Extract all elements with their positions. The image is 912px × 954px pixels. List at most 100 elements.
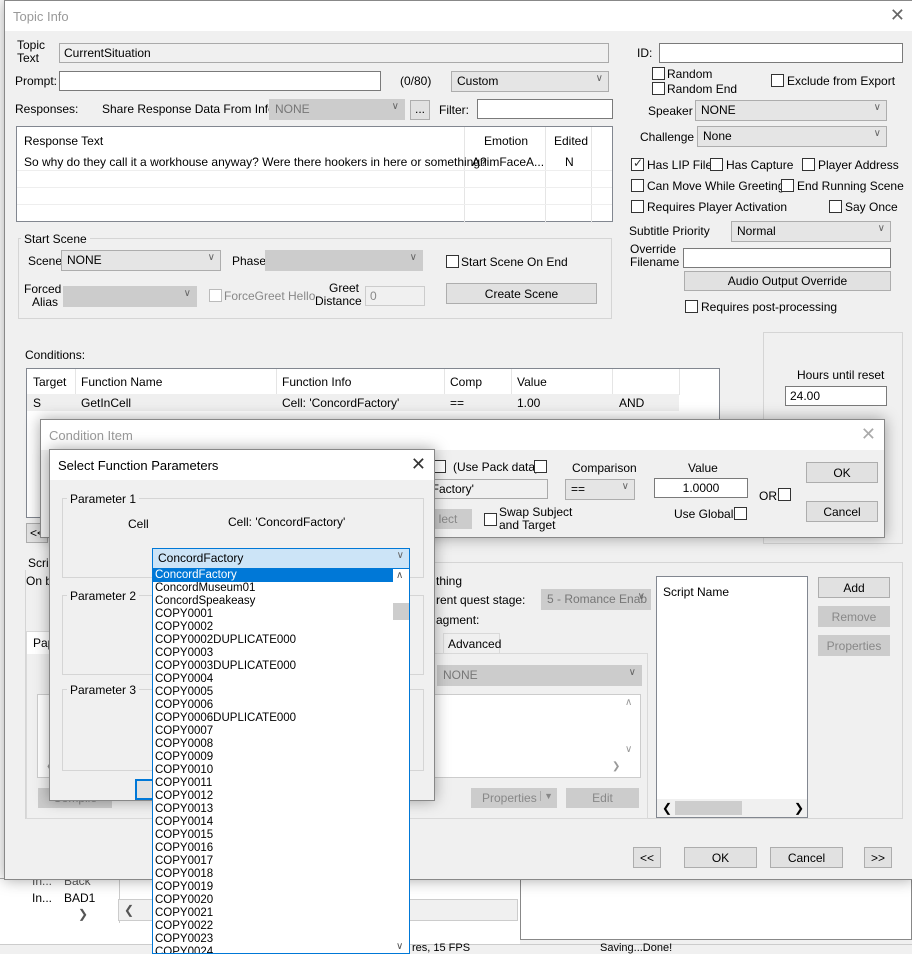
column-header-emotion[interactable]: Emotion (484, 134, 528, 148)
next-topic-button[interactable]: >> (864, 847, 892, 868)
dropdown-item[interactable]: COPY0006DUPLICATE000 (153, 712, 393, 725)
select-params-titlebar[interactable]: Select Function Parameters (50, 450, 434, 480)
id-input[interactable] (659, 43, 903, 63)
dropdown-item[interactable]: COPY0015 (153, 829, 393, 842)
column-header-value[interactable]: Value (517, 375, 547, 389)
script-list-hscroll[interactable]: ❮ ❯ (657, 799, 807, 817)
close-icon[interactable]: ✕ (861, 424, 876, 444)
dropdown-item[interactable]: COPY0003 (153, 647, 393, 660)
dropdown-item[interactable]: COPY0023 (153, 933, 393, 946)
dropdown-item[interactable]: COPY0019 (153, 881, 393, 894)
table-row[interactable]: S GetInCell Cell: 'ConcordFactory' == 1.… (27, 394, 679, 411)
has-lip-checkbox[interactable] (631, 156, 644, 171)
function-info-field[interactable]: lFactory' (424, 479, 548, 499)
close-icon[interactable]: ✕ (411, 454, 426, 474)
dropdown-item[interactable]: COPY0007 (153, 725, 393, 738)
condition-ok-button[interactable]: OK (806, 462, 878, 483)
can-move-checkbox[interactable] (631, 179, 644, 192)
hours-until-reset-input[interactable]: 24.00 (785, 386, 887, 406)
override-filename-input[interactable] (683, 248, 891, 268)
greet-distance-input[interactable]: 0 (365, 286, 425, 306)
end-running-checkbox[interactable] (781, 179, 794, 192)
dropdown-item[interactable]: COPY0004 (153, 673, 393, 686)
dropdown-item[interactable]: ConcordSpeakeasy (153, 595, 393, 608)
scrollbar-thumb[interactable] (675, 801, 742, 815)
parameter-1-dropdown-list[interactable]: ConcordFactory ConcordMuseum01 ConcordSpea… (152, 568, 410, 954)
tab-advanced[interactable]: Advanced (443, 633, 501, 654)
scrollbar-thumb[interactable] (393, 603, 409, 620)
topic-cancel-button[interactable]: Cancel (770, 847, 843, 868)
bg-scroll-right-icon[interactable]: ❯ (78, 907, 88, 921)
dropdown-item[interactable]: COPY0020 (153, 894, 393, 907)
random-end-checkbox[interactable] (652, 82, 665, 95)
post-processing-checkbox[interactable] (685, 300, 698, 313)
player-address-checkbox[interactable] (802, 158, 815, 171)
forcegreet-hello-checkbox[interactable] (209, 289, 222, 302)
dropdown-item[interactable]: COPY0012 (153, 790, 393, 803)
share-response-select[interactable]: NONE ∨ (269, 99, 405, 120)
condition-item-titlebar[interactable]: Condition Item (41, 420, 884, 450)
value-input[interactable]: 1.0000 (654, 478, 748, 498)
script-name-header[interactable]: Script Name (663, 585, 729, 599)
previous-topic-button[interactable]: << (633, 847, 661, 868)
use-global-checkbox[interactable] (734, 507, 747, 520)
dropdown-item[interactable]: COPY0010 (153, 764, 393, 777)
dropdown-item[interactable]: COPY0008 (153, 738, 393, 751)
subtitle-priority-select[interactable]: Normal ∨ (731, 221, 891, 242)
bg-scroll-left-icon[interactable]: ❮ (124, 903, 134, 917)
dropdown-item[interactable]: COPY0001 (153, 608, 393, 621)
challenge-select[interactable]: None ∨ (697, 126, 887, 147)
or-checkbox[interactable] (778, 488, 791, 501)
comparison-select[interactable]: == ∨ (565, 479, 635, 500)
scene-select[interactable]: NONE ∨ (61, 250, 221, 271)
table-row[interactable]: So why do they call it a workhouse anywa… (17, 151, 612, 169)
dropdown-item[interactable]: COPY0016 (153, 842, 393, 855)
dropdown-item[interactable]: ConcordFactory (153, 569, 393, 582)
dropdown-item[interactable]: COPY0014 (153, 816, 393, 829)
topic-ok-button[interactable]: OK (684, 847, 757, 868)
condition-cancel-button[interactable]: Cancel (806, 501, 878, 522)
column-header-target[interactable]: Target (33, 375, 66, 389)
dropdown-item[interactable]: COPY0024 (153, 946, 393, 953)
column-header-response-text[interactable]: Response Text (24, 134, 103, 148)
column-header-function-name[interactable]: Function Name (81, 375, 162, 389)
dropdown-item[interactable]: COPY0003DUPLICATE000 (153, 660, 393, 673)
scroll-up-icon[interactable]: ∧ (625, 697, 632, 708)
scroll-right-icon[interactable]: ❯ (612, 761, 620, 772)
topic-info-titlebar[interactable]: Topic Info (5, 1, 912, 31)
dropdown-item[interactable]: COPY0018 (153, 868, 393, 881)
scroll-right-icon[interactable]: ❯ (794, 801, 804, 815)
remove-script-button[interactable]: Remove (818, 606, 890, 627)
phase-select[interactable]: ∨ (265, 250, 423, 271)
exclude-export-checkbox[interactable] (771, 74, 784, 87)
dropdown-item[interactable]: COPY0017 (153, 855, 393, 868)
start-scene-on-end-checkbox[interactable] (446, 255, 459, 268)
column-header-edited[interactable]: Edited (554, 134, 588, 148)
forced-alias-select[interactable]: ∨ (63, 286, 197, 307)
dropdown-item[interactable]: COPY0002 (153, 621, 393, 634)
create-scene-button[interactable]: Create Scene (446, 283, 597, 304)
scroll-down-icon[interactable]: ∨ (396, 941, 403, 952)
dropdown-item[interactable]: COPY0013 (153, 803, 393, 816)
add-script-button[interactable]: Add (818, 577, 890, 598)
fragment-properties-button[interactable]: Properties ▼ (471, 788, 557, 808)
topic-text-field[interactable]: CurrentSituation (59, 43, 609, 63)
column-header-comp[interactable]: Comp (450, 375, 482, 389)
column-header-function-info[interactable]: Function Info (282, 375, 351, 389)
scroll-left-icon[interactable]: ❮ (662, 801, 672, 815)
dropdown-item[interactable]: ConcordMuseum01 (153, 582, 393, 595)
fragment-select[interactable]: NONE ∨ (437, 665, 642, 686)
quest-stage-select[interactable]: 5 - Romance Enab ∨ (541, 589, 651, 610)
dropdown-item[interactable]: COPY0011 (153, 777, 393, 790)
prompt-input[interactable] (59, 71, 381, 91)
dropdown-item[interactable]: COPY0005 (153, 686, 393, 699)
audio-output-override-button[interactable]: Audio Output Override (684, 271, 891, 291)
dropdown-item[interactable]: COPY0006 (153, 699, 393, 712)
say-once-checkbox[interactable] (829, 200, 842, 213)
dropdown-item[interactable]: COPY0002DUPLICATE000 (153, 634, 393, 647)
filter-input[interactable] (477, 99, 613, 119)
share-browse-button[interactable]: ... (410, 100, 430, 120)
speaker-select[interactable]: NONE ∨ (695, 100, 887, 121)
has-capture-checkbox[interactable] (710, 158, 723, 171)
requires-activation-checkbox[interactable] (631, 200, 644, 213)
